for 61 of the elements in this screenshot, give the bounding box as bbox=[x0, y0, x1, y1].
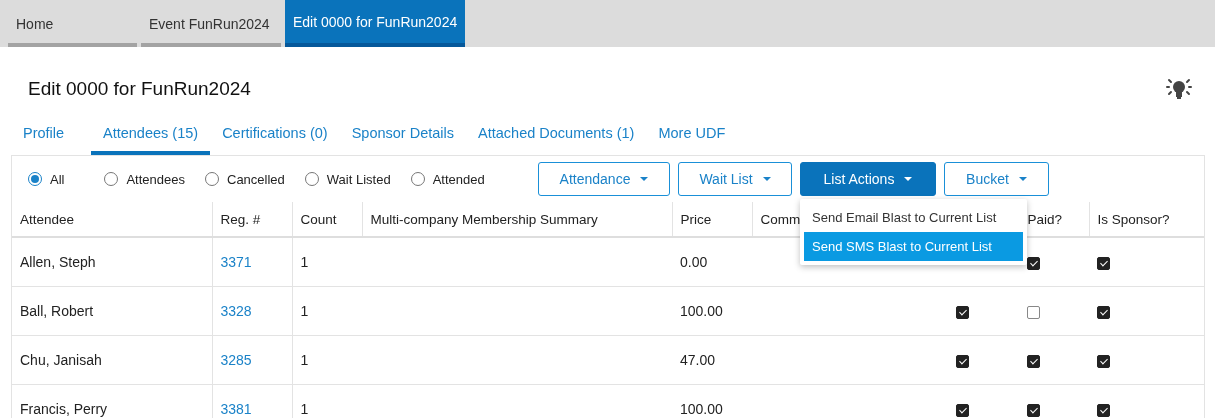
dropdown-button[interactable]: List Actions bbox=[800, 162, 936, 196]
column-header: Paid? bbox=[1027, 211, 1063, 227]
lightbulb-icon[interactable] bbox=[1165, 77, 1193, 101]
menu-item[interactable]: Send Email Blast to Current List bbox=[804, 203, 1023, 232]
column-header: Count bbox=[300, 211, 337, 227]
checkbox[interactable] bbox=[956, 403, 969, 417]
checkbox[interactable] bbox=[1097, 354, 1110, 368]
nav-tab[interactable]: Home bbox=[8, 4, 137, 47]
section-tab[interactable]: Sponsor Details bbox=[339, 117, 467, 155]
column-header: Multi-company Membership Summary bbox=[370, 211, 598, 227]
table-cell: Chu, Janisah bbox=[20, 352, 102, 368]
table-cell: Francis, Perry bbox=[20, 401, 108, 417]
table-cell: 47.00 bbox=[680, 352, 716, 368]
checkbox[interactable] bbox=[1097, 256, 1110, 270]
section-tab[interactable]: Attached Documents (1) bbox=[466, 117, 647, 155]
registration-link[interactable]: 3381 bbox=[220, 401, 252, 417]
checkbox[interactable] bbox=[956, 354, 969, 368]
table-cell: Allen, Steph bbox=[20, 254, 96, 270]
registration-link[interactable]: 3285 bbox=[220, 352, 252, 368]
caret-icon bbox=[1018, 177, 1027, 181]
menu-item[interactable]: Send SMS Blast to Current List bbox=[804, 232, 1023, 261]
dropdown-button[interactable]: Wait List bbox=[678, 162, 792, 196]
checkbox[interactable] bbox=[1097, 403, 1110, 417]
column-header: Reg. # bbox=[220, 211, 261, 227]
section-tab[interactable]: Attendees (15) bbox=[91, 117, 211, 155]
caret-icon bbox=[904, 177, 913, 181]
column-header: Attendee bbox=[20, 211, 75, 227]
caret-icon bbox=[640, 177, 649, 181]
radio-label[interactable]: Attendees bbox=[126, 171, 185, 187]
registration-link[interactable]: 3371 bbox=[220, 254, 252, 270]
dropdown-button[interactable]: Bucket bbox=[944, 162, 1049, 196]
column-header: Is Sponsor? bbox=[1097, 211, 1170, 227]
section-tab[interactable]: Profile bbox=[11, 117, 91, 155]
checkbox[interactable] bbox=[1027, 256, 1040, 270]
dropdown-button[interactable]: Attendance bbox=[538, 162, 670, 196]
page-title: Edit 0000 for FunRun2024 bbox=[28, 78, 251, 100]
nav-tab[interactable]: Edit 0000 for FunRun2024 bbox=[285, 0, 466, 47]
table-cell: 100.00 bbox=[680, 401, 723, 417]
checkbox[interactable] bbox=[1027, 354, 1040, 368]
caret-icon bbox=[762, 177, 771, 181]
registration-link[interactable]: 3328 bbox=[220, 303, 252, 319]
section-tab[interactable]: More UDF bbox=[646, 117, 738, 155]
radio-label[interactable]: All bbox=[50, 171, 65, 187]
column-header: Comm bbox=[760, 211, 801, 227]
table-cell: 100.00 bbox=[680, 303, 723, 319]
radio-label[interactable]: Attended bbox=[432, 171, 485, 187]
checkbox[interactable] bbox=[1097, 305, 1110, 319]
checkbox[interactable] bbox=[956, 305, 969, 319]
table-cell: 1 bbox=[300, 303, 309, 319]
radio-label[interactable]: Wait Listed bbox=[326, 171, 391, 187]
table-cell: 1 bbox=[300, 401, 309, 417]
table-cell: 1 bbox=[300, 352, 309, 368]
section-tab[interactable]: Certifications (0) bbox=[210, 117, 340, 155]
table-cell: Ball, Robert bbox=[20, 303, 94, 319]
checkbox[interactable] bbox=[1027, 403, 1040, 417]
checkbox[interactable] bbox=[1027, 305, 1040, 319]
column-header: Price bbox=[680, 211, 712, 227]
table-cell: 1 bbox=[300, 254, 309, 270]
radio-label[interactable]: Cancelled bbox=[227, 171, 285, 187]
nav-tab[interactable]: Event FunRun2024 bbox=[141, 4, 281, 47]
table-cell: 0.00 bbox=[680, 254, 708, 270]
